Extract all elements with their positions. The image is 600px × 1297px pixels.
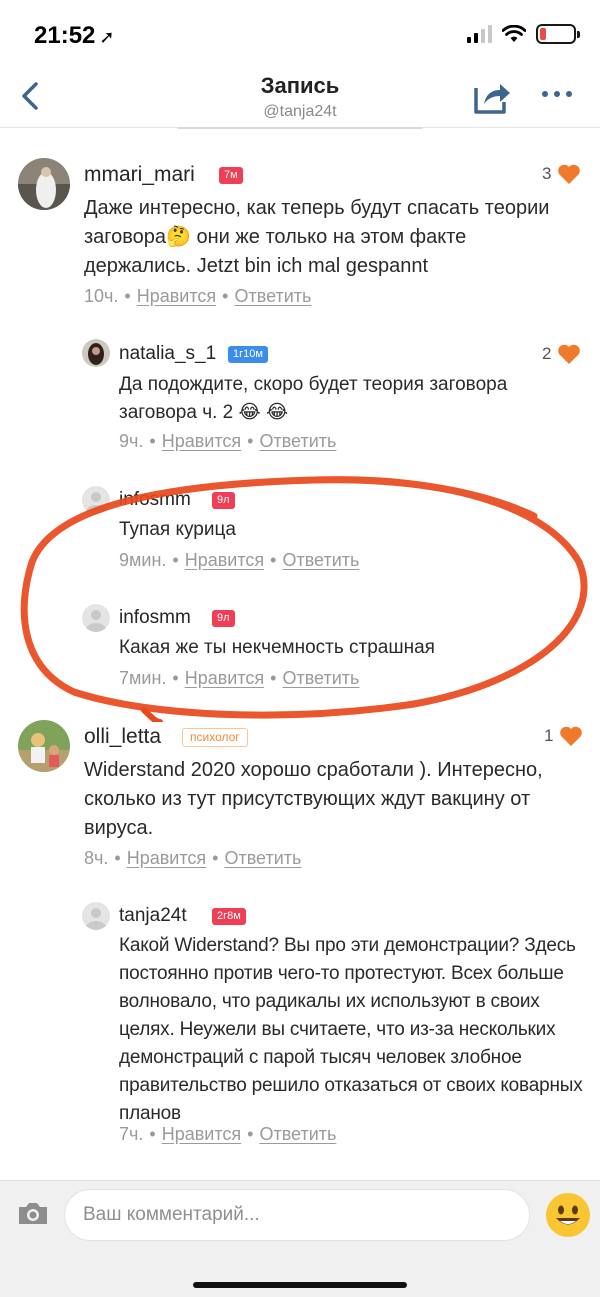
status-badge: 7м xyxy=(219,167,243,184)
more-icon[interactable] xyxy=(540,84,574,104)
comment-time: 7ч. xyxy=(119,1124,144,1144)
home-indicator xyxy=(193,1282,407,1288)
status-bar: 21:52 ➚ xyxy=(0,0,600,70)
like-count[interactable]: 1 xyxy=(544,725,583,747)
status-badge: 2г8м xyxy=(212,908,246,925)
reply-link[interactable]: Ответить xyxy=(282,668,359,688)
comment-text: Да подождите, скоро будет теория заговор… xyxy=(119,374,508,423)
reply-link[interactable]: Ответить xyxy=(224,848,301,868)
avatar[interactable] xyxy=(82,339,110,367)
role-badge: психолог xyxy=(182,728,248,747)
status-icons xyxy=(467,24,580,44)
comment-username[interactable]: tanja24t xyxy=(119,905,187,927)
comment-meta: 10ч. • Нравится • Ответить xyxy=(84,286,312,306)
reply-link[interactable]: Ответить xyxy=(282,550,359,570)
signal-icon xyxy=(467,25,492,43)
comment-text: Какой Widerstand? Вы про эти демонстраци… xyxy=(119,935,583,1124)
like-count-value: 3 xyxy=(542,164,552,183)
comment-username[interactable]: mmari_mari xyxy=(84,163,195,187)
comment-time: 9мин. xyxy=(119,550,167,570)
like-link[interactable]: Нравится xyxy=(185,550,264,570)
emoji-icon[interactable] xyxy=(544,1191,592,1239)
comment-meta: 7ч. • Нравится • Ответить xyxy=(119,1124,337,1144)
wifi-icon xyxy=(502,25,526,42)
comment-username[interactable]: natalia_s_1 xyxy=(119,343,216,365)
comment-text: Даже интересно, как теперь будут спасать… xyxy=(84,197,550,277)
comment-text: Какая же ты некчемность страшная xyxy=(119,637,435,658)
battery-icon xyxy=(536,24,580,44)
comment-username[interactable]: infosmm xyxy=(119,489,191,511)
comment-time: 10ч. xyxy=(84,286,119,306)
camera-icon[interactable] xyxy=(16,1199,50,1227)
status-time: 21:52 ➚ xyxy=(34,22,115,49)
heart-icon[interactable] xyxy=(559,725,583,747)
like-count-value: 2 xyxy=(542,344,552,363)
reply-link[interactable]: Ответить xyxy=(259,431,336,451)
tab-indicator xyxy=(178,127,422,129)
comment-meta: 8ч. • Нравится • Ответить xyxy=(84,848,302,868)
nav-bar: Запись @tanja24t xyxy=(0,70,600,128)
reply-link[interactable]: Ответить xyxy=(259,1124,336,1144)
avatar[interactable] xyxy=(18,720,70,772)
location-arrow-icon: ➚ xyxy=(99,27,115,47)
comment-meta: 7мин. • Нравится • Ответить xyxy=(119,668,360,688)
comment-text: Тупая курица xyxy=(119,519,236,540)
avatar[interactable] xyxy=(18,158,70,210)
status-badge: 9л xyxy=(212,610,235,627)
avatar[interactable] xyxy=(82,604,110,632)
comment-meta: 9ч. • Нравится • Ответить xyxy=(119,431,337,451)
comment-time: 7мин. xyxy=(119,668,167,688)
heart-icon[interactable] xyxy=(557,343,581,365)
comment-time: 8ч. xyxy=(84,848,109,868)
reply-link[interactable]: Ответить xyxy=(234,286,311,306)
status-badge: 1г10м xyxy=(228,346,268,363)
like-count-value: 1 xyxy=(544,726,554,745)
comment-username[interactable]: infosmm xyxy=(119,607,191,629)
share-icon[interactable] xyxy=(470,76,512,116)
avatar[interactable] xyxy=(82,902,110,930)
comment-username[interactable]: olli_letta xyxy=(84,725,161,749)
comment-meta: 9мин. • Нравится • Ответить xyxy=(119,550,360,570)
like-count[interactable]: 3 xyxy=(542,163,581,185)
avatar[interactable] xyxy=(82,486,110,514)
like-link[interactable]: Нравится xyxy=(137,286,216,306)
comment-input[interactable] xyxy=(64,1189,530,1241)
status-badge: 9л xyxy=(212,492,235,509)
like-count[interactable]: 2 xyxy=(542,343,581,365)
comment-input-bar xyxy=(0,1180,600,1297)
like-link[interactable]: Нравится xyxy=(162,431,241,451)
like-link[interactable]: Нравится xyxy=(185,668,264,688)
like-link[interactable]: Нравится xyxy=(127,848,206,868)
heart-icon[interactable] xyxy=(557,163,581,185)
comment-time: 9ч. xyxy=(119,431,144,451)
like-link[interactable]: Нравится xyxy=(162,1124,241,1144)
comment-text: Widerstand 2020 хорошо сработали ). Инте… xyxy=(84,759,543,839)
